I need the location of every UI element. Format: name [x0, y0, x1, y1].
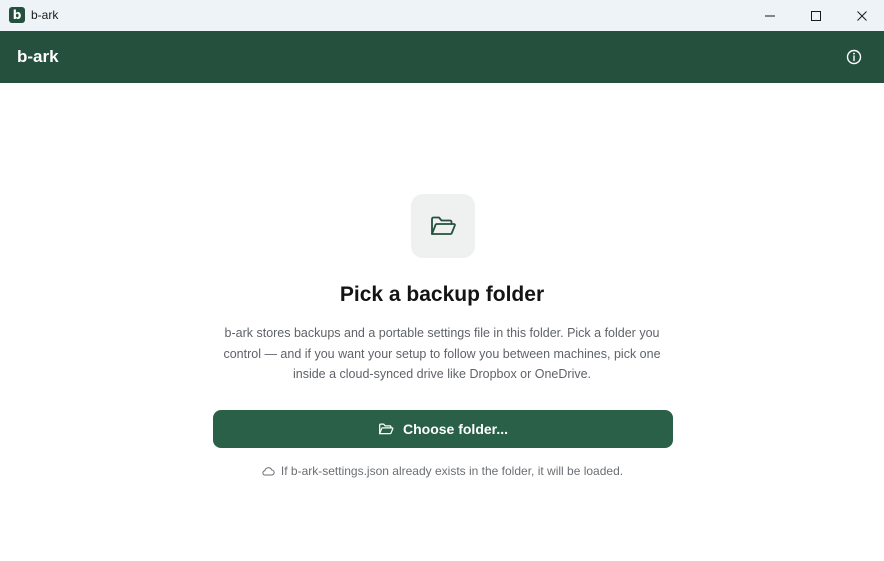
maximize-button[interactable]: [793, 0, 839, 31]
settings-hint: If b-ark-settings.json already exists in…: [0, 464, 884, 478]
brand-title: b-ark: [17, 47, 59, 66]
minimize-button[interactable]: [747, 0, 793, 31]
close-icon: [857, 10, 867, 21]
app-logo-icon: b: [9, 7, 25, 23]
folder-open-icon: [431, 216, 456, 235]
choose-folder-label: Choose folder...: [402, 421, 508, 437]
folder-illustration: [411, 194, 475, 258]
close-window-button[interactable]: [839, 0, 884, 31]
settings-hint-text: If b-ark-settings.json already exists in…: [280, 464, 624, 478]
main-content: [1, 83, 883, 561]
maximize-icon: [811, 10, 821, 21]
window-title: b-ark: [31, 8, 59, 22]
page-title: Pick a backup folder: [339, 283, 545, 306]
page-description: b-ark stores backups and a portable sett…: [223, 326, 661, 382]
folder-open-icon: [379, 423, 394, 435]
app-header: b-ark: [0, 31, 884, 83]
info-button[interactable]: [845, 48, 863, 66]
cloud-icon: [262, 467, 275, 476]
window-titlebar: b b-ark: [0, 0, 884, 31]
info-icon: [846, 49, 862, 65]
choose-folder-button[interactable]: Choose folder...: [213, 410, 673, 448]
minimize-icon: [765, 15, 775, 16]
